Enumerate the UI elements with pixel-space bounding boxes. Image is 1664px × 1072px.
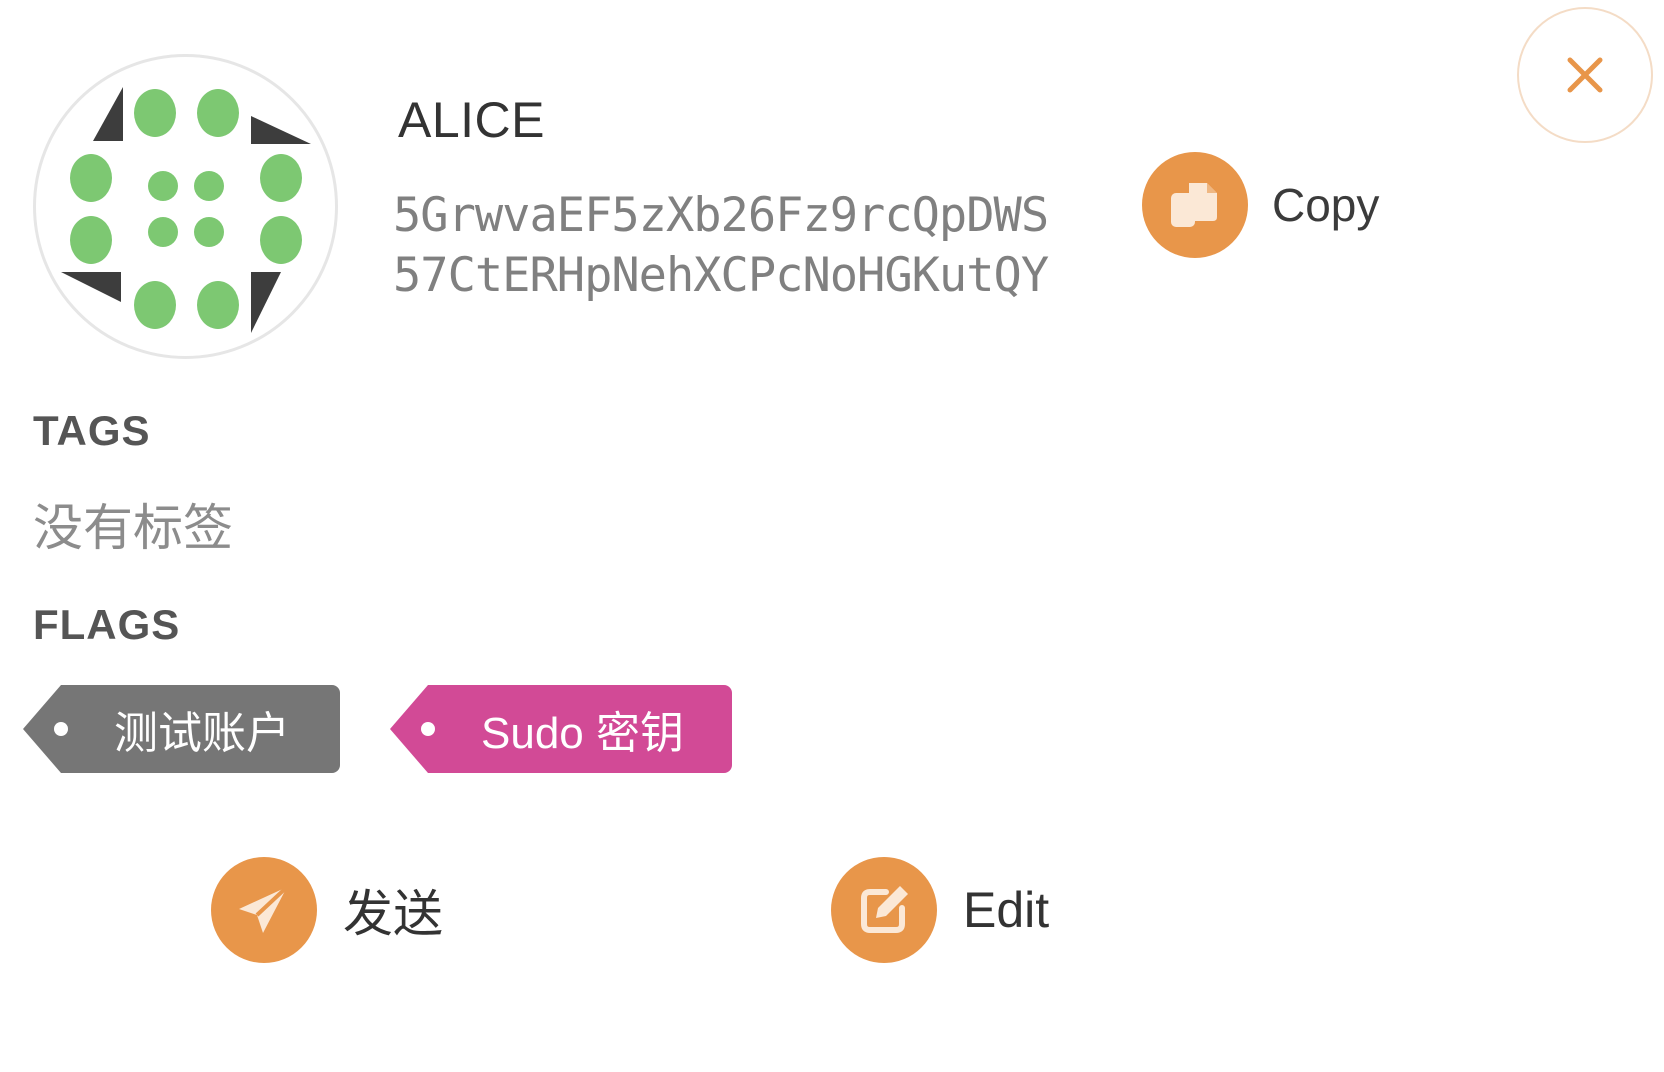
address-line-2: 57CtERHpNehXCPcNoHGKutQY [393,248,1049,303]
copy-address-button[interactable]: Copy [1142,152,1379,258]
edit-button[interactable]: Edit [831,857,1049,963]
flags-heading: FLAGS [33,601,181,648]
identicon-graphic [61,87,311,333]
copy-icon [1142,152,1248,258]
edit-icon [831,857,937,963]
flag-body: Sudo 密钥 [421,685,732,773]
send-button-label: 发送 [343,886,443,942]
copy-button-label: Copy [1272,179,1380,231]
send-icon [211,857,317,963]
tags-empty-text: 没有标签 [33,500,233,556]
close-icon [1567,57,1603,93]
flag-body: 测试账户 [54,685,340,773]
tags-heading: TAGS [33,407,151,454]
flag-dot-icon [421,722,435,736]
flag-label: Sudo 密钥 [481,709,684,758]
edit-button-label: Edit [963,882,1050,938]
account-name: ALICE [398,92,546,148]
flag-label: 测试账户 [114,709,290,758]
close-button[interactable] [1517,7,1653,143]
account-detail-panel: ALICE 5GrwvaEF5zXb26Fz9rcQpDWS 57CtERHpN… [0,0,1664,1072]
address-line-1: 5GrwvaEF5zXb26Fz9rcQpDWS [393,188,1049,243]
flag-dot-icon [54,722,68,736]
flag-test-account: 测试账户 [23,685,340,773]
send-button[interactable]: 发送 [211,857,443,963]
account-address: 5GrwvaEF5zXb26Fz9rcQpDWS 57CtERHpNehXCPc… [393,186,1049,306]
account-identicon[interactable] [33,54,338,359]
flag-sudo-key: Sudo 密钥 [390,685,732,773]
